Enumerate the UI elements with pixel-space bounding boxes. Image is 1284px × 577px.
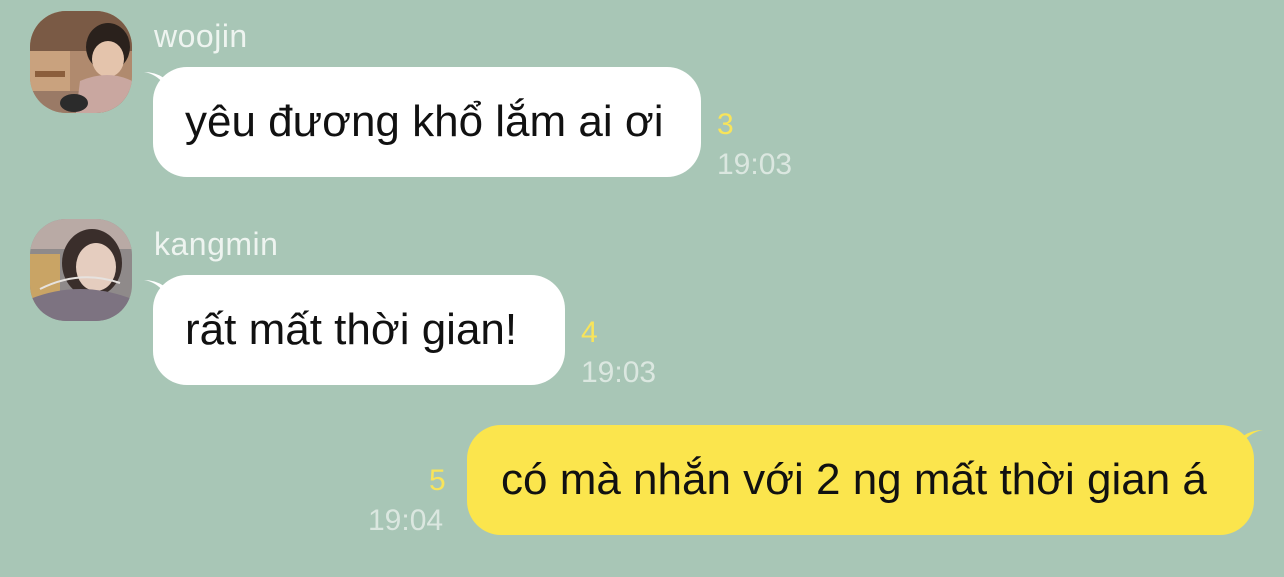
message-timestamp: 19:03: [717, 148, 793, 181]
message-timestamp: 19:04: [368, 504, 444, 537]
bubble-tail: [1227, 430, 1263, 464]
message-bubble[interactable]: có mà nhắn với 2 ng mất thời gian á: [467, 425, 1254, 535]
unread-count: 4: [581, 316, 598, 349]
avatar-woojin[interactable]: [30, 11, 132, 113]
message-bubble[interactable]: rất mất thời gian!: [153, 275, 565, 385]
message-timestamp: 19:03: [581, 356, 657, 389]
sender-name: woojin: [154, 18, 248, 54]
unread-count: 5: [429, 464, 446, 497]
profile-photo-kangmin-icon: [30, 219, 132, 321]
sender-name: kangmin: [154, 226, 279, 262]
unread-count: 3: [717, 108, 734, 141]
message-bubble[interactable]: yêu đương khổ lắm ai ơi: [153, 67, 701, 177]
avatar-kangmin[interactable]: [30, 219, 132, 321]
profile-photo-woojin-icon: [30, 11, 132, 113]
